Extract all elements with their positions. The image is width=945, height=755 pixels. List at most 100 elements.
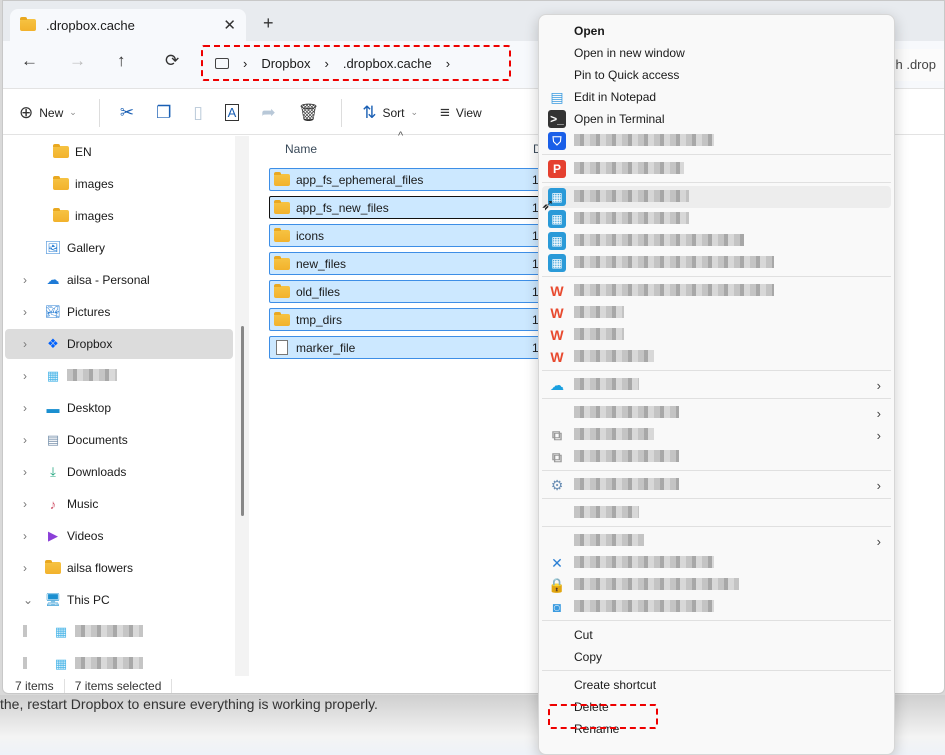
sidebar-item[interactable]: › ailsa flowers <box>5 553 233 583</box>
view-button[interactable]: ≡ View <box>440 103 482 123</box>
file-row[interactable]: app_fs_ephemeral_files 1 <box>269 168 549 191</box>
context-menu-item[interactable]: › <box>542 402 891 424</box>
chevron-icon[interactable]: › <box>23 401 27 415</box>
chevron-right-icon: › <box>876 533 881 549</box>
chevron-icon[interactable]: › <box>23 529 27 543</box>
chevron-icon[interactable]: ⌄ <box>23 593 33 607</box>
file-row[interactable]: marker_file 1 <box>269 336 549 359</box>
context-menu-item[interactable]: ▦ <box>542 252 891 274</box>
sidebar-item[interactable]: › ▬ Desktop <box>5 393 233 423</box>
context-menu-item[interactable]: W <box>542 346 891 368</box>
context-menu-label: Edit in Notepad <box>574 90 657 104</box>
context-menu-item[interactable] <box>542 502 891 524</box>
context-menu-item[interactable]: Pin to Quick access <box>542 64 891 86</box>
sort-button[interactable]: ⇅ Sort ⌄ <box>362 103 418 123</box>
context-menu-item[interactable]: ⚙ › <box>542 474 891 496</box>
context-menu-item[interactable]: ☁ › <box>542 374 891 396</box>
sidebar-item[interactable]: › ▦ <box>5 361 233 391</box>
sidebar-item-label: images <box>75 209 114 223</box>
file-row[interactable]: app_fs_new_files 1 <box>269 196 549 219</box>
breadcrumb-separator: › <box>243 55 248 71</box>
tab-dropbox-cache[interactable]: .dropbox.cache ✕ <box>10 9 246 41</box>
context-menu-item[interactable]: ▦ <box>542 230 891 252</box>
divider <box>63 678 65 693</box>
chevron-icon[interactable]: › <box>23 337 27 351</box>
context-menu-item[interactable]: Open <box>542 20 891 42</box>
context-menu-item[interactable]: Copy <box>542 646 891 668</box>
chevron-icon[interactable]: › <box>23 561 27 575</box>
new-tab-button[interactable]: + <box>263 13 274 34</box>
context-menu-item[interactable]: Cut <box>542 624 891 646</box>
context-menu-item[interactable]: ⧉ <box>542 446 891 468</box>
chevron-icon[interactable]: › <box>23 369 27 383</box>
refresh-button[interactable]: ⟳ <box>165 51 179 71</box>
context-menu-item[interactable]: ⧉ › <box>542 424 891 446</box>
paste-button[interactable]: ▯ <box>193 103 202 123</box>
file-row[interactable]: icons 1 <box>269 224 549 247</box>
sidebar-scrollbar[interactable] <box>235 136 249 676</box>
sidebar-item[interactable]: › ▤ Documents <box>5 425 233 455</box>
forward-button[interactable]: → <box>69 51 86 71</box>
address-bar[interactable]: › Dropbox › .dropbox.cache › <box>201 45 511 81</box>
context-menu-item[interactable]: Open in new window <box>542 42 891 64</box>
back-button[interactable]: ← <box>21 51 38 71</box>
context-menu-item[interactable]: ✕ <box>542 552 891 574</box>
sidebar-item[interactable]: EN <box>5 137 233 167</box>
context-menu-item[interactable]: ▤ Edit in Notepad <box>542 86 891 108</box>
chevron-icon[interactable]: › <box>23 433 27 447</box>
chevron-icon[interactable]: › <box>23 305 27 319</box>
sidebar-item[interactable]: ▦ <box>5 617 233 647</box>
file-row[interactable]: tmp_dirs 1 <box>269 308 549 331</box>
sidebar-item[interactable]: › ❖ Dropbox <box>5 329 233 359</box>
sidebar-item-label: Pictures <box>67 305 111 319</box>
sidebar-item[interactable]: images <box>5 201 233 231</box>
rename-button[interactable]: A <box>224 104 240 121</box>
chevron-icon[interactable]: › <box>23 497 27 511</box>
context-menu: Open Open in new window Pin to Quick acces… <box>538 14 895 755</box>
sidebar-item[interactable]: 🖼 Gallery <box>5 233 233 263</box>
cut-button[interactable]: ✂ <box>120 103 134 123</box>
context-menu-item[interactable]: ▦ <box>542 186 891 208</box>
context-menu-item[interactable]: W <box>542 280 891 302</box>
context-menu-item[interactable]: ◙ <box>542 596 891 618</box>
up-button[interactable]: ↑ <box>117 51 126 71</box>
sidebar-item[interactable]: › ▶ Videos <box>5 521 233 551</box>
sidebar-item[interactable]: ⌄ 🖥 This PC <box>5 585 233 615</box>
column-header-name[interactable]: Name <box>285 142 317 156</box>
context-menu-item[interactable]: ▦ <box>542 208 891 230</box>
context-menu-item[interactable]: ⛉ <box>542 130 891 152</box>
new-button[interactable]: ⊕ New ⌄ <box>19 103 77 123</box>
sidebar-item-label: ailsa - Personal <box>67 273 150 287</box>
breadcrumb-dropbox-cache[interactable]: .dropbox.cache <box>343 56 432 71</box>
sidebar-item[interactable]: images <box>5 169 233 199</box>
copy-button[interactable]: ❐ <box>156 103 171 123</box>
scrollbar-thumb[interactable] <box>241 326 244 516</box>
context-menu-item[interactable]: Create shortcut <box>542 674 891 696</box>
close-tab-icon[interactable]: ✕ <box>223 16 236 34</box>
context-menu-item[interactable]: 🔒 <box>542 574 891 596</box>
file-row[interactable]: new_files 1 <box>269 252 549 275</box>
chevron-icon[interactable]: › <box>23 273 27 287</box>
sidebar-item[interactable]: › 🏞 Pictures <box>5 297 233 327</box>
context-menu-item[interactable]: › <box>542 530 891 552</box>
sidebar-item[interactable]: › ☁ ailsa - Personal <box>5 265 233 295</box>
sidebar-item[interactable]: › ♪ Music <box>5 489 233 519</box>
context-menu-item[interactable]: W <box>542 302 891 324</box>
delete-button[interactable]: 🗑 <box>298 103 320 123</box>
folder-icon <box>53 208 69 224</box>
sidebar-item[interactable]: › ⤓ Downloads <box>5 457 233 487</box>
breadcrumb-dropbox[interactable]: Dropbox <box>261 56 310 71</box>
file-row[interactable]: old_files 1 <box>269 280 549 303</box>
sidebar-item[interactable]: ▦ <box>5 649 233 679</box>
context-menu-label <box>574 599 714 615</box>
context-menu-label <box>574 133 714 149</box>
chevron-icon[interactable]: › <box>23 465 27 479</box>
share-button[interactable]: ➦ <box>261 103 275 123</box>
folder-icon <box>20 17 36 31</box>
sidebar-item-label: Documents <box>67 433 128 447</box>
context-menu-item[interactable]: >_ Open in Terminal <box>542 108 891 130</box>
context-menu-item[interactable]: W <box>542 324 891 346</box>
breadcrumb-separator[interactable]: › <box>446 56 450 71</box>
context-menu-item[interactable]: P <box>542 158 891 180</box>
context-menu-label <box>574 533 644 549</box>
